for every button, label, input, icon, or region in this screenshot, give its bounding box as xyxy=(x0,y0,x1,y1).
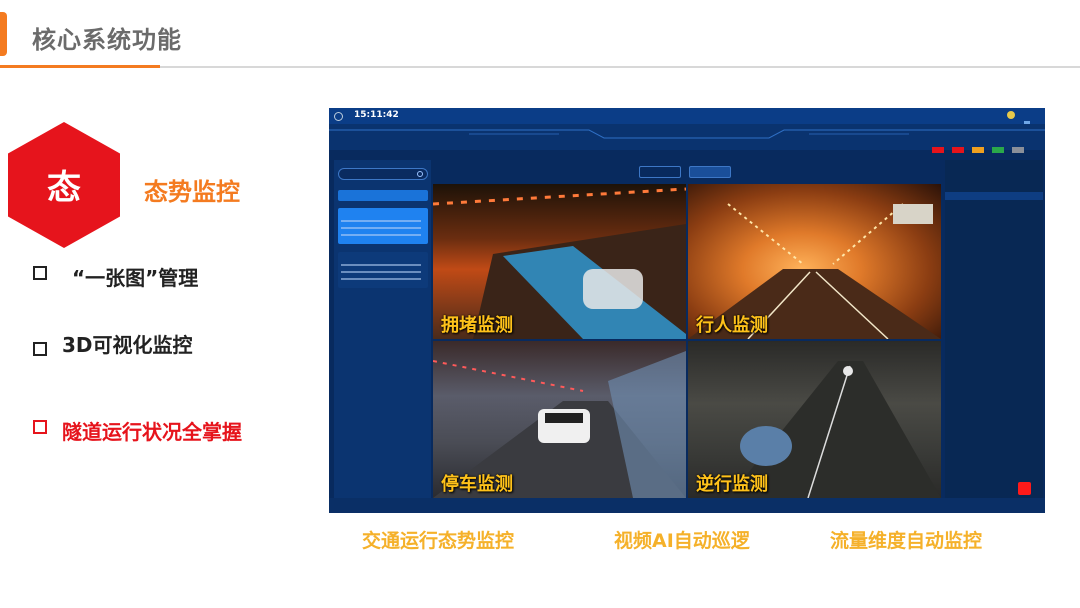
bullet-text-2: 3D可视化监控 xyxy=(62,333,193,357)
video-label-wrong-way: 逆行监测 xyxy=(696,474,768,495)
video-label-congestion: 拥堵监测 xyxy=(441,315,513,336)
page-title: 核心系统功能 xyxy=(32,26,182,54)
status-pill-red[interactable] xyxy=(952,147,965,153)
video-cell-parking[interactable]: 停车监测 xyxy=(433,341,686,498)
header-divider-accent xyxy=(0,65,160,68)
bullet-text-1: “一张图”管理 xyxy=(72,266,199,290)
caption-video-ai: 视频AI自动巡逻 xyxy=(614,530,750,552)
bullet-text-3: 隧道运行状况全掌握 xyxy=(62,420,242,444)
header-accent-bar xyxy=(0,12,7,56)
sidebar-new-button[interactable] xyxy=(338,190,428,201)
tab-right[interactable] xyxy=(689,166,731,178)
dashboard-bottombar xyxy=(329,498,1045,513)
status-pill-green[interactable] xyxy=(992,147,1005,153)
right-panel-table-header xyxy=(945,192,1043,200)
dashboard-screenshot: 15:11:42 拥堵监测 行人监测 停车监测 逆行监测 xyxy=(329,108,1045,513)
bullet-square-icon xyxy=(33,420,47,434)
status-pill-grey[interactable] xyxy=(1012,147,1025,153)
tab-left[interactable] xyxy=(639,166,681,178)
sidebar-search-input[interactable] xyxy=(338,168,428,180)
dashboard-right-panel xyxy=(945,160,1043,500)
dashboard-clock: 15:11:42 xyxy=(354,110,399,120)
status-pill-red[interactable] xyxy=(932,147,944,153)
status-pills xyxy=(929,138,1025,157)
video-cell-wrong-way[interactable]: 逆行监测 xyxy=(688,341,941,498)
sidebar-card-active[interactable] xyxy=(338,208,428,244)
caption-flow: 流量维度自动监控 xyxy=(830,530,983,552)
clock-icon xyxy=(334,112,343,121)
status-pill-orange[interactable] xyxy=(972,147,985,153)
dashboard-topbar: 15:11:42 xyxy=(329,108,1045,127)
window-controls xyxy=(1021,112,1041,127)
sidebar-card[interactable] xyxy=(338,252,428,288)
video-label-pedestrian: 行人监测 xyxy=(696,315,768,336)
caption-traffic: 交通运行态势监控 xyxy=(362,530,515,552)
section-title: 态势监控 xyxy=(144,178,240,206)
header-divider xyxy=(0,66,1080,68)
video-cell-pedestrian[interactable]: 行人监测 xyxy=(688,184,941,339)
video-cell-congestion[interactable]: 拥堵监测 xyxy=(433,184,686,339)
search-icon[interactable] xyxy=(417,171,423,177)
video-label-parking: 停车监测 xyxy=(441,474,513,495)
user-avatar[interactable] xyxy=(1007,111,1015,119)
dashboard-sidebar xyxy=(334,160,431,500)
bullet-square-icon xyxy=(33,342,47,356)
hexagon-badge-char: 态 xyxy=(47,168,81,208)
alert-red-button[interactable] xyxy=(1018,482,1031,495)
bullet-square-icon xyxy=(33,266,47,280)
